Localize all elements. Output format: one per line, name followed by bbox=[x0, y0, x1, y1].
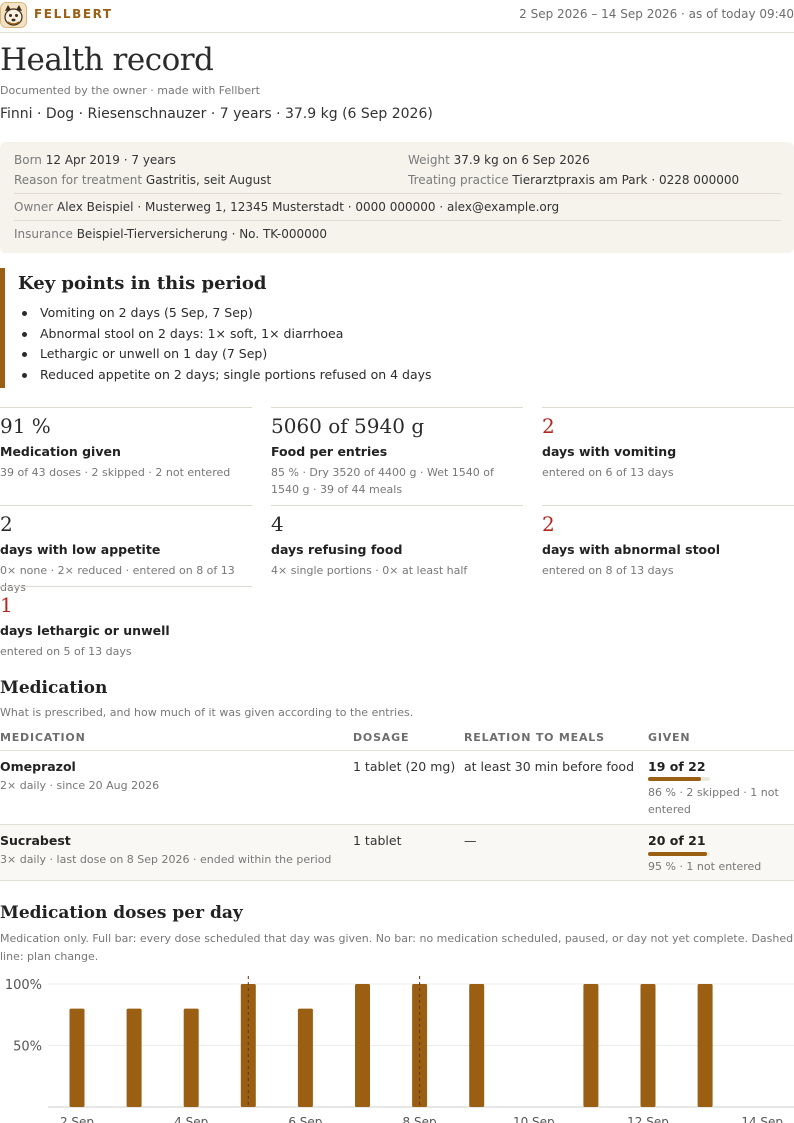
bar-12-sep bbox=[640, 984, 656, 1107]
stat-value: 1 bbox=[0, 593, 13, 617]
stat-abnormal-stool: 2 days with abnormal stool entered on 8 … bbox=[542, 505, 794, 577]
owner-field: Owner Alex Beispiel · Musterweg 1, 12345… bbox=[14, 200, 560, 214]
top-bar: FELLBERT 2 Sep 2026 – 14 Sep 2026 · as o… bbox=[0, 0, 794, 33]
divider bbox=[0, 750, 794, 751]
stat-label: Medication given bbox=[0, 444, 121, 459]
bar-13-sep bbox=[697, 984, 713, 1107]
page-title: Health record bbox=[0, 42, 214, 78]
key-points-callout: Key points in this period Vomiting on 2 … bbox=[0, 268, 794, 388]
doses-chart-description: Medication only. Full bar: every dose sc… bbox=[0, 932, 794, 963]
medication-name: Omeprazol bbox=[0, 759, 76, 774]
stat-value: 2 bbox=[542, 512, 555, 536]
medication-name: Sucrabest bbox=[0, 833, 71, 848]
bar-9-sep bbox=[469, 984, 485, 1107]
stat-medication-given: 91 % Medication given 39 of 43 doses · 2… bbox=[0, 407, 252, 479]
stat-lethargic: 1 days lethargic or unwell entered on 5 … bbox=[0, 586, 252, 658]
insurance-field: Insurance Beispiel-Tierversicherung · No… bbox=[14, 227, 328, 241]
stat-value: 5060 of 5940 g bbox=[271, 414, 425, 438]
divider bbox=[14, 193, 781, 194]
born-field: Born 12 Apr 2019 · 7 years bbox=[14, 153, 176, 167]
medication-description: What is prescribed, and how much of it w… bbox=[0, 706, 414, 719]
medication-schedule: 2× daily · since 20 Aug 2026 bbox=[0, 779, 160, 792]
column-header: DOSAGE bbox=[353, 731, 410, 744]
weight-field: Weight 37.9 kg on 6 Sep 2026 bbox=[408, 153, 590, 167]
stat-detail: 0× none · 2× reduced · entered on 8 of 1… bbox=[0, 564, 235, 594]
stat-detail: entered on 6 of 13 days bbox=[542, 466, 674, 479]
bar-4-sep bbox=[183, 1008, 199, 1107]
stat-value: 4 bbox=[271, 512, 284, 536]
stat-detail: entered on 8 of 13 days bbox=[542, 564, 674, 577]
dog-logo-icon bbox=[0, 2, 27, 28]
divider bbox=[0, 880, 794, 881]
medication-given: 19 of 22 bbox=[648, 759, 706, 774]
medication-given: 20 of 21 bbox=[648, 833, 706, 848]
stat-value: 91 % bbox=[0, 414, 51, 438]
stat-value: 2 bbox=[542, 414, 555, 438]
stat-label: Food per entries bbox=[271, 444, 388, 459]
medication-schedule: 3× daily · last dose on 8 Sep 2026 · end… bbox=[0, 853, 332, 866]
bar-6-sep bbox=[297, 1008, 313, 1107]
medication-meal-relation: — bbox=[464, 833, 477, 848]
given-progress-fill bbox=[648, 777, 702, 781]
pet-summary: Finni · Dog · Riesenschnauzer · 7 years … bbox=[0, 106, 433, 122]
column-header: RELATION TO MEALS bbox=[464, 731, 605, 744]
stat-refusing-food: 4 days refusing food 4× single portions … bbox=[271, 505, 523, 577]
stat-value: 2 bbox=[0, 512, 13, 536]
x-tick-label: 12 Sep bbox=[627, 1115, 669, 1123]
list-item: Vomiting on 2 days (5 Sep, 7 Sep) bbox=[18, 305, 432, 326]
medication-meal-relation: at least 30 min before food bbox=[464, 759, 635, 774]
y-tick-label: 100% bbox=[5, 978, 42, 993]
x-tick-label: 10 Sep bbox=[513, 1115, 555, 1123]
column-header: GIVEN bbox=[648, 731, 691, 744]
practice-field: Treating practice Tierarztpraxis am Park… bbox=[408, 173, 740, 187]
period-range: 2 Sep 2026 – 14 Sep 2026 · as of today 0… bbox=[519, 7, 794, 21]
given-progress-fill bbox=[648, 852, 707, 856]
doses-chart-heading: Medication doses per day bbox=[0, 903, 243, 923]
given-progress-bar bbox=[648, 777, 710, 781]
medication-heading: Medication bbox=[0, 678, 108, 698]
key-points-title: Key points in this period bbox=[18, 273, 267, 294]
page-subtitle: Documented by the owner · made with Fell… bbox=[0, 84, 260, 97]
key-points-list: Vomiting on 2 days (5 Sep, 7 Sep) Abnorm… bbox=[18, 305, 432, 388]
medication-dosage: 1 tablet bbox=[353, 833, 402, 848]
list-item: Lethargic or unwell on 1 day (7 Sep) bbox=[18, 346, 432, 367]
x-tick-label: 14 Sep bbox=[741, 1115, 783, 1123]
bar-7-sep bbox=[355, 984, 370, 1107]
x-tick-label: 6 Sep bbox=[288, 1115, 322, 1123]
pet-info-panel: Born 12 Apr 2019 · 7 years Weight 37.9 k… bbox=[0, 142, 794, 253]
stat-detail: 85 % · Dry 3520 of 4400 g · Wet 1540 of … bbox=[271, 466, 494, 496]
stat-label: days with low appetite bbox=[0, 542, 161, 557]
stat-detail: 4× single portions · 0× at least half bbox=[271, 564, 468, 577]
bar-2-sep bbox=[69, 1008, 85, 1107]
divider bbox=[0, 824, 794, 825]
y-tick-label: 50% bbox=[13, 1040, 42, 1055]
bar-3-sep bbox=[126, 1008, 142, 1107]
stat-vomiting: 2 days with vomiting entered on 6 of 13 … bbox=[542, 407, 794, 479]
divider bbox=[14, 220, 781, 221]
x-tick-label: 4 Sep bbox=[174, 1115, 208, 1123]
stat-label: days refusing food bbox=[271, 542, 403, 557]
stat-detail: 39 of 43 doses · 2 skipped · 2 not enter… bbox=[0, 466, 231, 479]
x-tick-label: 8 Sep bbox=[403, 1115, 437, 1123]
list-item: Reduced appetite on 2 days; single porti… bbox=[18, 367, 432, 388]
medication-dosage: 1 tablet (20 mg) bbox=[353, 759, 456, 774]
stat-food: 5060 of 5940 g Food per entries 85 % · D… bbox=[271, 407, 523, 496]
x-tick-label: 2 Sep bbox=[60, 1115, 94, 1123]
list-item: Abnormal stool on 2 days: 1× soft, 1× di… bbox=[18, 326, 432, 347]
doses-per-day-chart: 100% 50% 2 Sep 4 Sep 6 Sep 8 Sep 10 Sep 12 Sep 1… bbox=[5, 976, 794, 1123]
stat-low-appetite: 2 days with low appetite 0× none · 2× re… bbox=[0, 505, 252, 594]
stat-label: days lethargic or unwell bbox=[0, 623, 170, 638]
brand-name: FELLBERT bbox=[34, 7, 113, 21]
stat-detail: entered on 5 of 13 days bbox=[0, 645, 132, 658]
medication-given-detail: 95 % · 1 not entered bbox=[648, 860, 762, 873]
given-progress-bar bbox=[648, 852, 710, 856]
medication-given-detail: 86 % · 2 skipped · 1 not entered bbox=[648, 786, 779, 816]
reason-field: Reason for treatment Gastritis, seit Aug… bbox=[14, 173, 272, 187]
bar-11-sep bbox=[583, 984, 599, 1107]
stat-label: days with vomiting bbox=[542, 444, 677, 459]
column-header: MEDICATION bbox=[0, 731, 86, 744]
stat-label: days with abnormal stool bbox=[542, 542, 721, 557]
